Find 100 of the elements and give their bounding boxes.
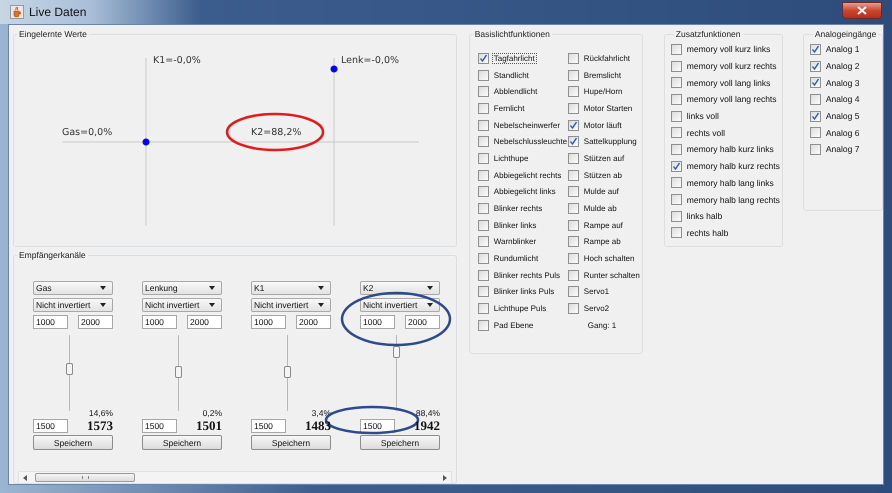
checkbox-label[interactable]: Lichthupe Puls	[492, 303, 548, 314]
checkbox-label[interactable]: Hupe/Horn	[582, 86, 624, 98]
save-button[interactable]: Speichern	[360, 435, 440, 450]
checkbox[interactable]	[670, 77, 682, 88]
dropdown[interactable]: Lenkung	[142, 281, 222, 295]
checkbox-label[interactable]: memory voll lang links	[684, 76, 772, 89]
checkbox[interactable]	[810, 110, 821, 122]
checkbox[interactable]	[478, 152, 489, 164]
checkbox-label[interactable]: Abbiegelicht rechts	[492, 170, 564, 181]
checkbox[interactable]	[478, 70, 489, 81]
save-button[interactable]: Speichern	[142, 435, 222, 450]
checkbox-label[interactable]: Motor läuft	[582, 120, 624, 131]
checkbox-label[interactable]: Mulde auf	[582, 186, 621, 198]
horizontal-scrollbar[interactable]	[18, 471, 452, 484]
input-field[interactable]: 2000	[405, 315, 440, 329]
scrollbar-thumb[interactable]	[35, 473, 135, 482]
checkbox[interactable]	[810, 44, 821, 55]
slider[interactable]	[393, 335, 400, 411]
input-field[interactable]: 1500	[142, 419, 177, 433]
checkbox-label[interactable]: memory halb kurz rechts	[684, 160, 782, 172]
checkbox-label[interactable]: Pad Ebene	[492, 320, 536, 331]
checkbox-label[interactable]: Blinker rechts Puls	[492, 270, 562, 281]
checkbox-label[interactable]: Stützen ab	[582, 170, 624, 181]
checkbox-label[interactable]: memory halb lang rechts	[684, 194, 782, 206]
checkbox[interactable]	[670, 60, 682, 72]
checkbox[interactable]	[478, 120, 489, 131]
checkbox-label[interactable]: Analog 6	[824, 126, 862, 139]
checkbox[interactable]	[478, 136, 489, 148]
dropdown[interactable]: Nicht invertiert	[33, 298, 113, 312]
slider-thumb[interactable]	[284, 366, 291, 378]
checkbox[interactable]	[670, 210, 682, 222]
checkbox-label[interactable]: Bremslicht	[582, 70, 624, 81]
checkbox-label[interactable]: links halb	[684, 210, 724, 222]
checkbox[interactable]	[478, 220, 489, 231]
checkbox-label[interactable]: memory voll kurz links	[684, 43, 772, 56]
checkbox[interactable]	[478, 186, 489, 198]
slider[interactable]	[175, 335, 182, 411]
checkbox[interactable]	[478, 170, 489, 181]
checkbox[interactable]	[810, 144, 821, 155]
scroll-right-icon[interactable]	[442, 474, 447, 480]
checkbox-label[interactable]: Analog 3	[824, 76, 862, 89]
checkbox[interactable]	[478, 270, 489, 281]
input-field[interactable]: 1500	[33, 419, 68, 433]
checkbox-label[interactable]: Warnblinker	[492, 236, 538, 248]
input-field[interactable]: 2000	[296, 315, 331, 329]
checkbox[interactable]	[478, 86, 489, 98]
checkbox[interactable]	[810, 77, 821, 88]
checkbox[interactable]	[568, 152, 579, 164]
dropdown[interactable]: K1	[251, 281, 331, 295]
checkbox-label[interactable]: memory voll kurz rechts	[684, 60, 779, 72]
checkbox[interactable]	[568, 303, 579, 314]
checkbox[interactable]	[568, 286, 579, 298]
checkbox[interactable]	[568, 52, 579, 64]
checkbox-label[interactable]: Abblendlicht	[492, 86, 540, 98]
checkbox[interactable]	[670, 177, 682, 188]
save-button[interactable]: Speichern	[251, 435, 331, 450]
checkbox-label[interactable]: Rückfahrlicht	[582, 52, 632, 64]
checkbox[interactable]	[478, 236, 489, 248]
input-field[interactable]: 1500	[360, 419, 395, 433]
input-field[interactable]: 1000	[251, 315, 286, 329]
checkbox-label[interactable]: Lichthupe	[492, 152, 530, 164]
slider-thumb[interactable]	[66, 362, 73, 375]
checkbox[interactable]	[478, 102, 489, 114]
input-field[interactable]: 2000	[187, 315, 222, 329]
input-field[interactable]: 1000	[33, 315, 68, 329]
input-field[interactable]: 1000	[360, 315, 395, 329]
checkbox-label[interactable]: Rundumlicht	[492, 253, 540, 264]
checkbox-label[interactable]: Motor Starten	[582, 102, 634, 114]
checkbox[interactable]	[670, 127, 682, 138]
slider[interactable]	[66, 335, 73, 411]
checkbox-label[interactable]: Standlicht	[492, 70, 531, 81]
checkbox[interactable]	[478, 320, 489, 331]
checkbox[interactable]	[478, 303, 489, 314]
close-button[interactable]	[842, 2, 882, 19]
input-field[interactable]: 1000	[142, 315, 177, 329]
checkbox[interactable]	[568, 203, 579, 214]
checkbox[interactable]	[478, 203, 489, 214]
slider[interactable]	[284, 335, 291, 411]
checkbox[interactable]	[568, 186, 579, 198]
checkbox[interactable]	[670, 110, 682, 122]
checkbox[interactable]	[568, 270, 579, 281]
checkbox[interactable]	[568, 170, 579, 181]
checkbox-label[interactable]: Tagfahrlicht	[492, 52, 537, 64]
checkbox-label[interactable]: Fernlicht	[492, 102, 526, 114]
checkbox-label[interactable]: rechts halb	[684, 226, 730, 239]
checkbox-label[interactable]: Analog 5	[824, 110, 862, 122]
checkbox[interactable]	[568, 236, 579, 248]
dropdown[interactable]: Nicht invertiert	[142, 298, 222, 312]
checkbox[interactable]	[568, 220, 579, 231]
checkbox-label[interactable]: Runter schalten	[582, 270, 642, 281]
checkbox[interactable]	[670, 194, 682, 206]
checkbox-label[interactable]: Mulde ab	[582, 203, 619, 214]
checkbox[interactable]	[670, 227, 682, 238]
checkbox-label[interactable]: Servo2	[582, 303, 612, 314]
checkbox-label[interactable]: Analog 7	[824, 143, 862, 156]
dropdown[interactable]: Nicht invertiert	[360, 298, 440, 312]
checkbox-label[interactable]: Hoch schalten	[582, 253, 636, 264]
checkbox[interactable]	[810, 94, 821, 105]
checkbox[interactable]	[568, 120, 579, 131]
checkbox-label[interactable]: memory halb lang links	[684, 176, 776, 189]
